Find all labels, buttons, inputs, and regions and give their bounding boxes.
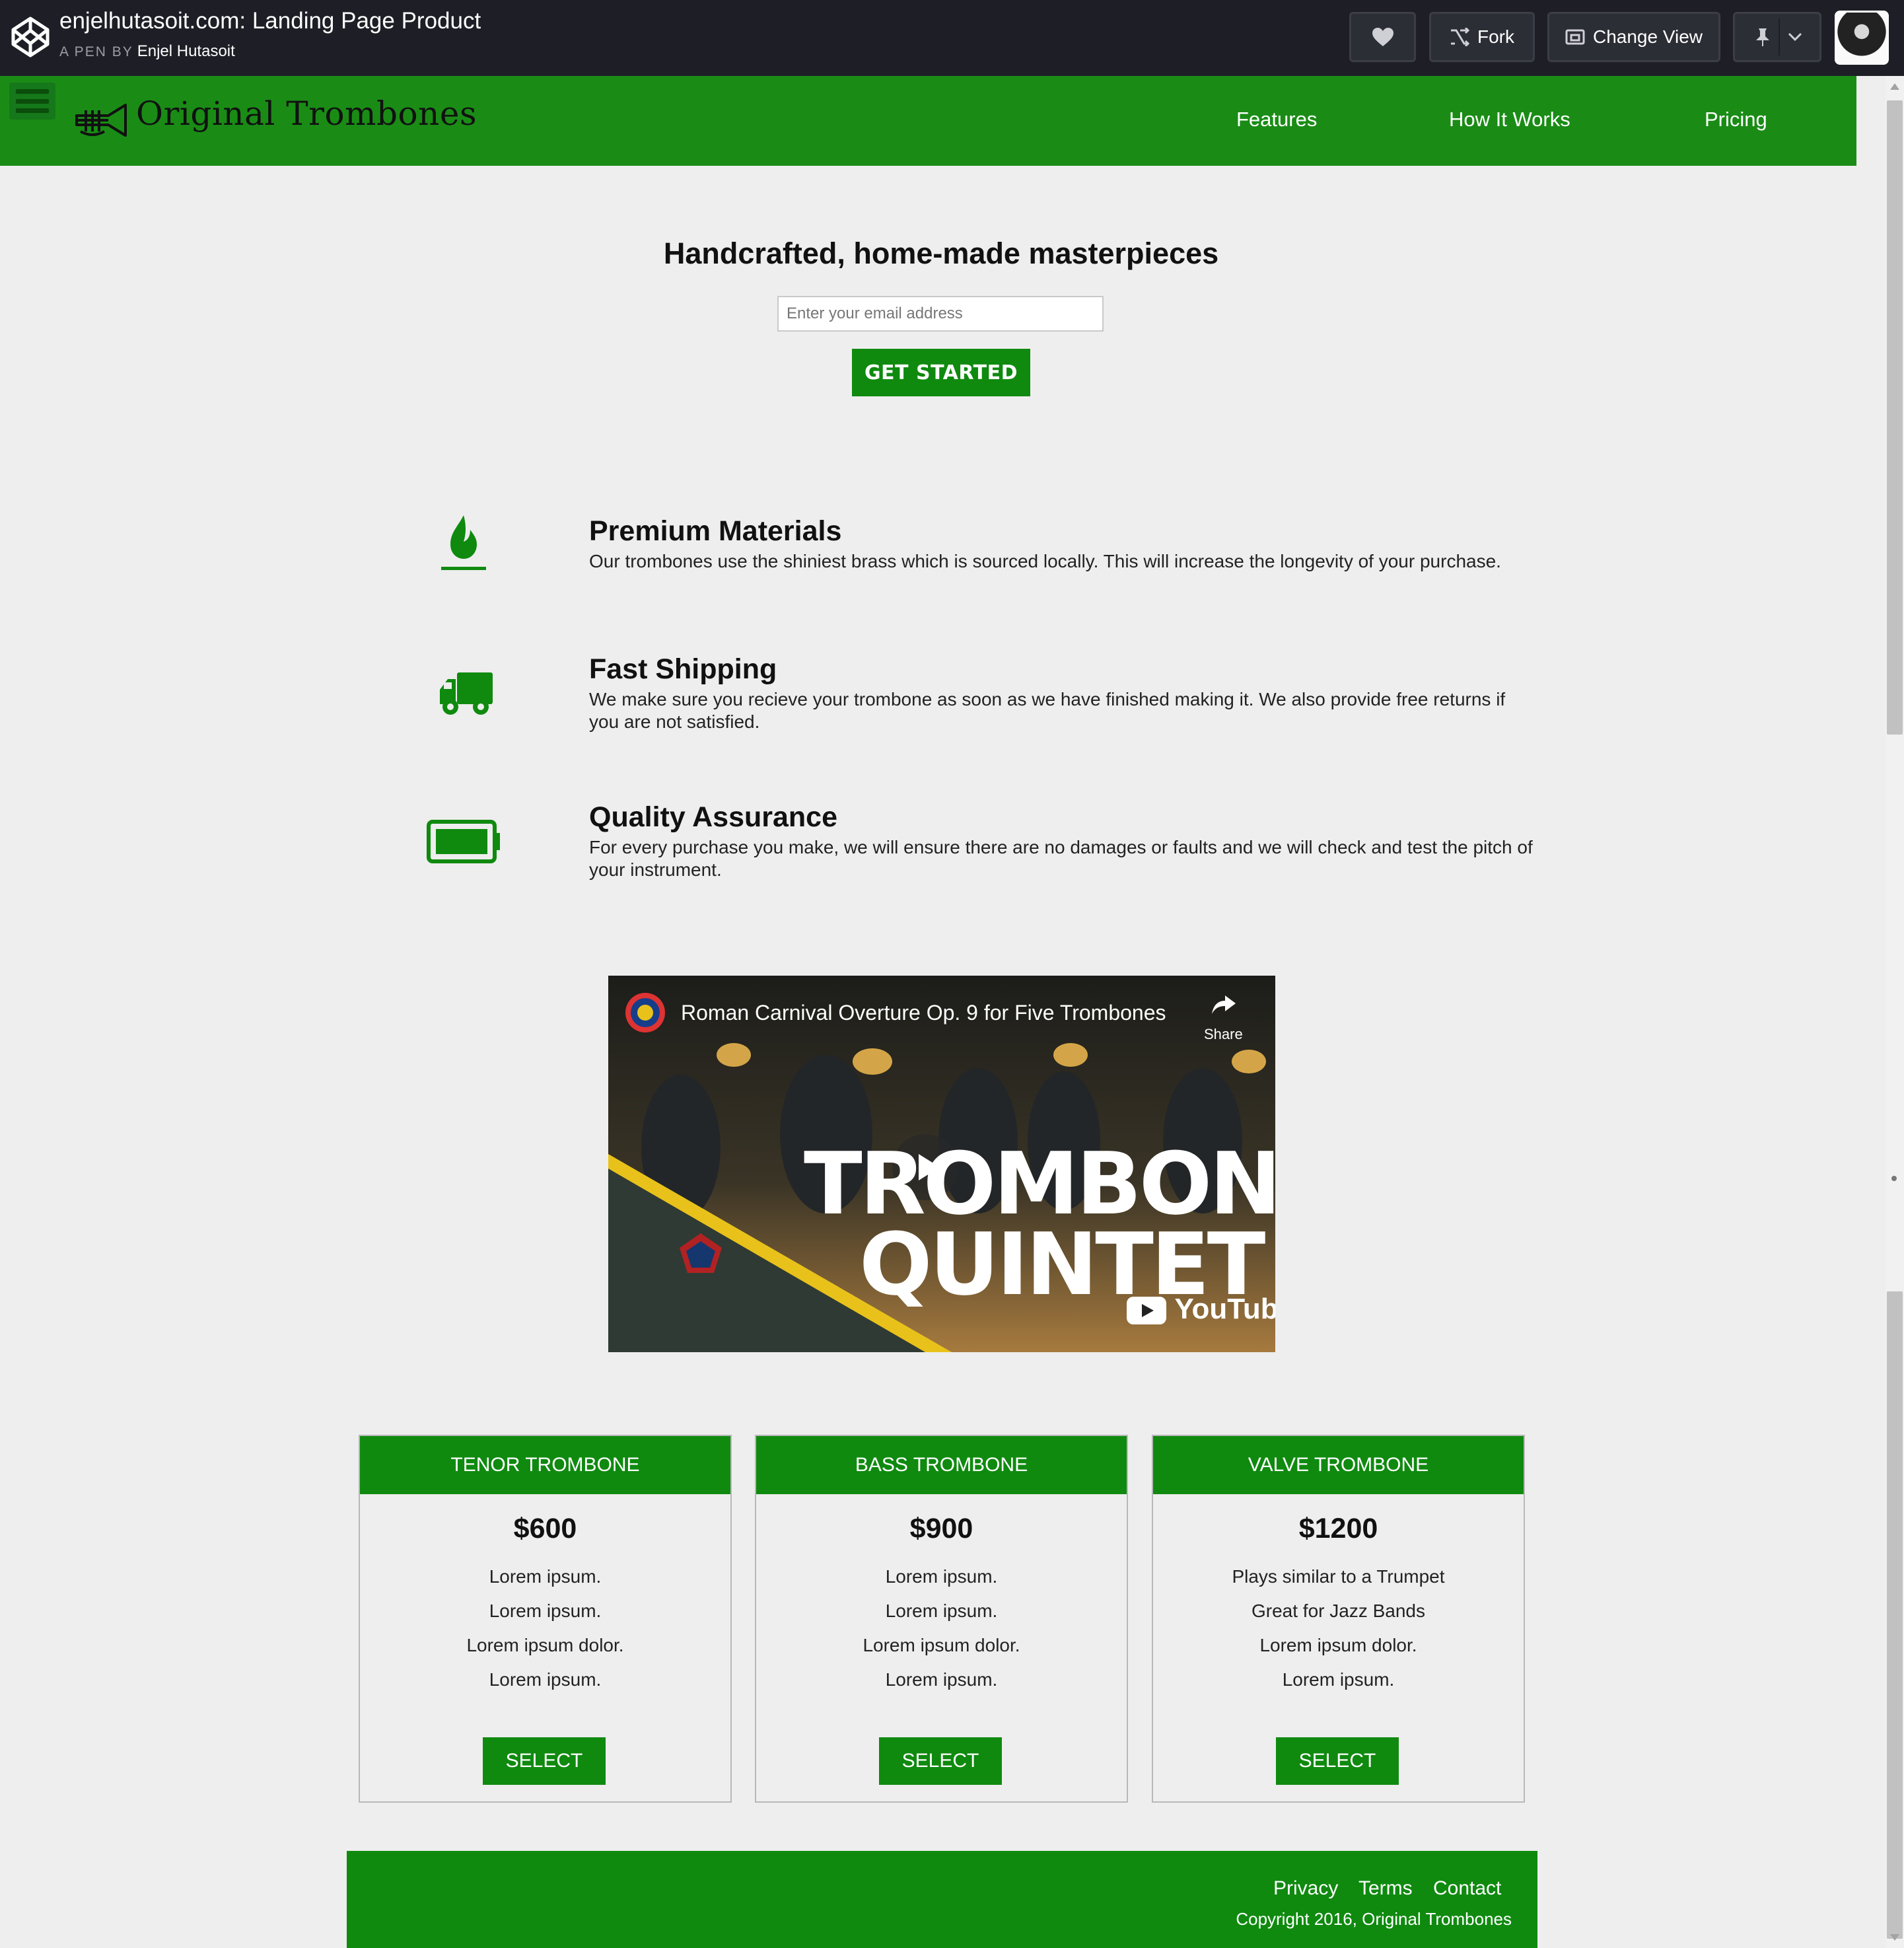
site-footer: Privacy Terms Contact Copyright 2016, Or…	[347, 1851, 1537, 1948]
select-tenor-button[interactable]: SELECT	[483, 1737, 606, 1785]
nav-link-pricing[interactable]: Pricing	[1705, 108, 1767, 131]
footer-link-privacy[interactable]: Privacy	[1273, 1877, 1338, 1900]
pin-divider	[1779, 18, 1780, 55]
change-view-button[interactable]: Change View	[1547, 12, 1720, 62]
site-header: Original Trombones Features How It Works…	[0, 76, 1856, 166]
codepen-logo-icon[interactable]	[11, 15, 50, 59]
fork-label: Fork	[1477, 26, 1514, 47]
scroll-marker	[1891, 1176, 1897, 1181]
change-view-label: Change View	[1592, 26, 1703, 47]
video-title[interactable]: Roman Carnival Overture Op. 9 for Five T…	[681, 1001, 1166, 1025]
youtube-label: YouTube	[1174, 1293, 1275, 1325]
list-item: Lorem ipsum dolor.	[466, 1635, 624, 1655]
fire-icon	[441, 515, 486, 570]
get-started-button[interactable]: GET STARTED	[852, 349, 1030, 396]
pricing-feature-list: Plays similar to a Trumpet Great for Jaz…	[1153, 1560, 1524, 1697]
hero-title: Handcrafted, home-made masterpieces	[663, 236, 1219, 270]
feature-title-premium-materials: Premium Materials	[589, 515, 842, 547]
feature-title-quality-assurance: Quality Assurance	[589, 801, 837, 833]
select-valve-button[interactable]: SELECT	[1276, 1737, 1399, 1785]
fork-icon	[1451, 28, 1469, 46]
footer-link-terms[interactable]: Terms	[1358, 1877, 1413, 1900]
list-item: Lorem ipsum.	[885, 1566, 998, 1587]
list-item: Lorem ipsum.	[885, 1669, 998, 1690]
list-item: Lorem ipsum.	[885, 1601, 998, 1621]
share-icon[interactable]	[1211, 993, 1237, 1017]
feature-title-fast-shipping: Fast Shipping	[589, 653, 777, 685]
footer-copyright: Copyright 2016, Original Trombones	[1236, 1909, 1512, 1929]
pin-icon	[1756, 28, 1769, 46]
trombone-logo-icon[interactable]	[74, 101, 128, 139]
pen-title[interactable]: enjelhutasoit.com: Landing Page Product	[59, 8, 481, 34]
chevron-down-icon[interactable]	[1788, 32, 1802, 42]
scroll-down-arrow-icon[interactable]	[1890, 1934, 1899, 1941]
list-item: Plays similar to a Trumpet	[1232, 1566, 1445, 1587]
pricing-card-price: $1200	[1298, 1513, 1378, 1544]
pen-author[interactable]: Enjel Hutasoit	[137, 42, 235, 60]
email-input[interactable]	[777, 296, 1104, 332]
pricing-feature-list: Lorem ipsum. Lorem ipsum. Lorem ipsum do…	[756, 1560, 1127, 1697]
layout-icon	[1565, 29, 1585, 45]
codepen-top-bar: enjelhutasoit.com: Landing Page Product …	[0, 0, 1904, 76]
youtube-logo[interactable]: YouTube	[1126, 1293, 1275, 1326]
list-item: Lorem ipsum.	[489, 1601, 602, 1621]
feature-desc-quality-assurance: For every purchase you make, we will ens…	[589, 837, 1533, 880]
youtube-icon	[1127, 1297, 1166, 1325]
pricing-card-title: VALVE TROMBONE	[1153, 1436, 1524, 1494]
pricing-card-title: TENOR TROMBONE	[360, 1436, 730, 1494]
video-share-label[interactable]: Share	[1204, 1026, 1243, 1043]
heart-button[interactable]	[1349, 12, 1416, 62]
pricing-feature-list: Lorem ipsum. Lorem ipsum. Lorem ipsum do…	[360, 1560, 730, 1697]
feature-desc-premium-materials: Our trombones use the shiniest brass whi…	[589, 551, 1501, 571]
user-avatar[interactable]	[1835, 11, 1889, 65]
pin-button[interactable]	[1733, 12, 1821, 62]
list-item: Lorem ipsum.	[489, 1566, 602, 1587]
brand-name[interactable]: Original Trombones	[136, 94, 477, 133]
video-player[interactable]: Roman Carnival Overture Op. 9 for Five T…	[608, 976, 1275, 1352]
list-item: Lorem ipsum dolor.	[1259, 1635, 1417, 1655]
nav-link-how-it-works[interactable]: How It Works	[1449, 108, 1570, 131]
scrollbar-thumb[interactable]	[1887, 100, 1903, 735]
pricing-card-valve: VALVE TROMBONE $1200 Plays similar to a …	[1152, 1435, 1525, 1803]
pricing-card-title: BASS TROMBONE	[756, 1436, 1127, 1494]
list-item: Great for Jazz Bands	[1251, 1601, 1425, 1621]
footer-link-contact[interactable]: Contact	[1433, 1877, 1501, 1900]
list-item: Lorem ipsum.	[489, 1669, 602, 1690]
heart-icon	[1372, 28, 1393, 46]
hamburger-menu-icon[interactable]	[9, 83, 55, 120]
pricing-card-tenor: TENOR TROMBONE $600 Lorem ipsum. Lorem i…	[359, 1435, 732, 1803]
battery-full-icon	[427, 820, 500, 863]
scroll-up-arrow-icon[interactable]	[1890, 83, 1899, 90]
feature-desc-fast-shipping: We make sure you recieve your trombone a…	[589, 689, 1506, 732]
fork-button[interactable]: Fork	[1429, 12, 1535, 62]
pricing-card-price: $900	[909, 1513, 973, 1544]
scrollbar-thumb-secondary[interactable]	[1887, 1291, 1903, 1939]
select-bass-button[interactable]: SELECT	[879, 1737, 1002, 1785]
truck-icon	[440, 672, 493, 715]
nav-link-features[interactable]: Features	[1236, 108, 1317, 131]
list-item: Lorem ipsum dolor.	[863, 1635, 1020, 1655]
list-item: Lorem ipsum.	[1282, 1669, 1395, 1690]
pricing-card-price: $600	[513, 1513, 577, 1544]
pricing-card-bass: BASS TROMBONE $900 Lorem ipsum. Lorem ip…	[755, 1435, 1128, 1803]
pen-author-line: A PEN BY Enjel Hutasoit	[59, 42, 235, 61]
pen-by-label: A PEN BY	[59, 44, 133, 59]
